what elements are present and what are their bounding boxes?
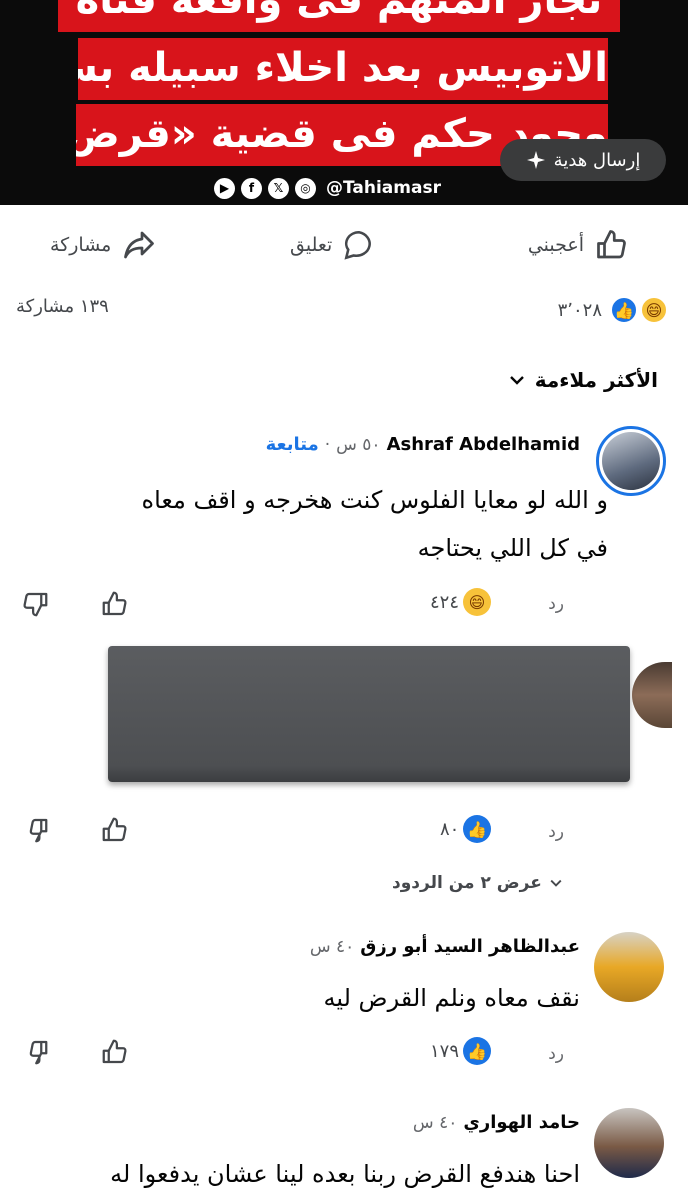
- comment-time: ٤٠ س: [309, 936, 355, 957]
- thumbs-down-icon[interactable]: [20, 589, 50, 619]
- share-label: مشاركة: [50, 234, 112, 256]
- avatar[interactable]: [594, 1108, 664, 1178]
- x-icon: 𝕏: [268, 177, 289, 199]
- commenter-name[interactable]: حامد الهواري: [463, 1112, 580, 1133]
- post-image[interactable]: تجار المتهم فى واقعة فتاة الاتوبيس بعد ا…: [0, 0, 688, 205]
- comment-header: حامد الهواري ٤٠ س: [413, 1112, 580, 1133]
- comment-reaction-count: ٨٠: [440, 818, 460, 840]
- headline-line-2: الاتوبيس بعد اخلاء سبيله بسبب: [78, 38, 608, 100]
- thumbs-down-icon[interactable]: [20, 1037, 50, 1067]
- thumbs-up-icon[interactable]: [100, 1037, 130, 1067]
- follow-button[interactable]: متابعة: [266, 434, 319, 455]
- show-replies-label: عرض ٢ من الردود: [392, 873, 542, 893]
- gift-label: إرسال هدية: [553, 149, 641, 171]
- like-button[interactable]: أعجبني: [528, 222, 630, 268]
- haha-emoji-icon: 😄: [463, 588, 492, 616]
- reaction-count: ٣٬٠٢٨: [557, 299, 602, 321]
- reaction-summary[interactable]: 😄 👍 ٣٬٠٢٨: [558, 293, 668, 327]
- comment-label: تعليق: [290, 234, 333, 256]
- comment-header: عبدالظاهر السيد أبو رزق ٤٠ س: [310, 936, 580, 957]
- like-reaction-icon: 👍: [463, 1037, 492, 1065]
- commenter-name[interactable]: Ashraf Abdelhamid: [387, 434, 580, 455]
- comment-line-2: في كل اللي يحتاجه: [417, 534, 608, 562]
- youtube-icon: ▶: [214, 177, 235, 199]
- thumbs-up-icon: [597, 230, 626, 259]
- comment-reactions[interactable]: ٨٠ 👍: [440, 815, 492, 843]
- share-count[interactable]: ١٣٩ مشاركة: [16, 296, 109, 317]
- like-reaction-icon: 👍: [463, 815, 492, 843]
- like-reaction-icon: 👍: [610, 296, 638, 324]
- thumbs-down-icon[interactable]: [20, 815, 50, 845]
- comment-text: و الله لو معايا الفلوس كنت هخرجه و اقف م…: [48, 476, 608, 572]
- comment-reactions[interactable]: ١٧٩ 👍: [430, 1037, 492, 1065]
- instagram-icon: ◎: [295, 177, 316, 199]
- handle-text: @Tahiamasr: [326, 178, 441, 198]
- separator-dot: ·: [324, 434, 331, 455]
- chevron-down-icon: [550, 879, 562, 887]
- comment-reaction-count: ١٧٩: [430, 1040, 460, 1062]
- show-replies-button[interactable]: عرض ٢ من الردود: [392, 873, 564, 893]
- share-button[interactable]: مشاركة: [50, 222, 157, 268]
- thumbs-up-icon[interactable]: [100, 589, 130, 619]
- comment-reactions[interactable]: ٤٢٤ 😄: [430, 588, 492, 616]
- gift-sparkle-icon: [526, 151, 545, 169]
- comment-time: ٤٠ س: [412, 1112, 458, 1133]
- haha-emoji-icon: 😄: [640, 296, 668, 324]
- redacted-comment-block: [108, 646, 630, 782]
- headline-line-1: تجار المتهم فى واقعة فتاة: [58, 0, 620, 32]
- share-arrow-icon: [124, 231, 155, 259]
- comment-button[interactable]: تعليق: [290, 222, 376, 268]
- comment-line-1: و الله لو معايا الفلوس كنت هخرجه و اقف م…: [141, 486, 608, 514]
- avatar[interactable]: [594, 932, 664, 1002]
- reply-link[interactable]: رد: [548, 822, 564, 842]
- avatar[interactable]: [632, 662, 672, 728]
- send-gift-button[interactable]: إرسال هدية: [500, 139, 666, 181]
- sort-label: الأكثر ملاءمة: [534, 368, 658, 392]
- comment-sort-dropdown[interactable]: الأكثر ملاءمة: [507, 368, 658, 392]
- comment-text: نقف معاه ونلم القرض ليه: [323, 984, 581, 1012]
- comment-text: احنا هندفع القرض ربنا بعده لينا عشان يدف…: [110, 1160, 580, 1188]
- comment-header: Ashraf Abdelhamid ٥٠ س · متابعة: [266, 434, 580, 455]
- comment-reaction-count: ٤٢٤: [430, 591, 460, 613]
- thumbs-up-icon[interactable]: [100, 815, 130, 845]
- commenter-name[interactable]: عبدالظاهر السيد أبو رزق: [360, 936, 580, 957]
- comment-bubble-icon: [344, 230, 372, 260]
- reply-link[interactable]: رد: [548, 594, 564, 614]
- facebook-icon: f: [241, 177, 262, 199]
- chevron-down-icon: [509, 376, 524, 385]
- reply-link[interactable]: رد: [548, 1044, 564, 1064]
- social-handle-row: ▶ f 𝕏 ◎ @Tahiamasr: [214, 176, 441, 200]
- comment-time: ٥٠ س: [336, 434, 381, 455]
- like-label: أعجبني: [527, 234, 584, 256]
